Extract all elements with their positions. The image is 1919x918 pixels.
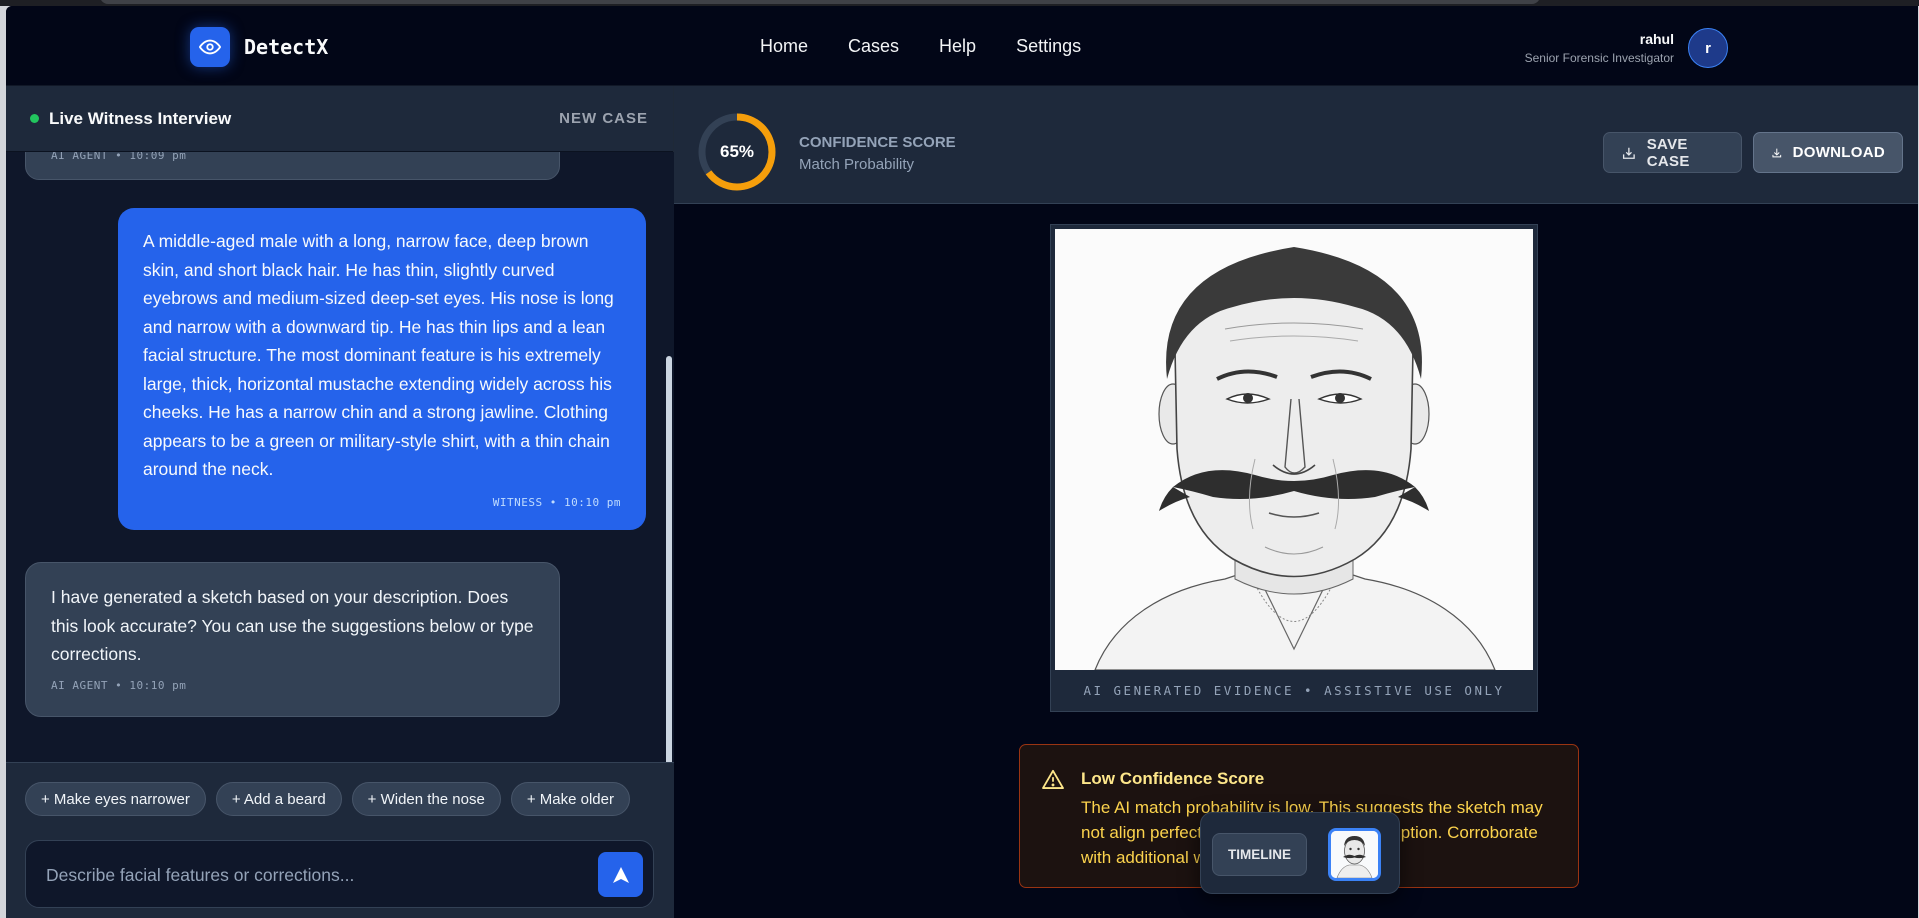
confidence-subtitle: Match Probability [799, 156, 915, 173]
suggestion-add-beard[interactable]: + Add a beard [215, 782, 342, 816]
interview-panel: Live Witness Interview NEW CASE AI AGENT… [6, 86, 674, 918]
witness-message: A middle-aged male with a long, narrow f… [118, 208, 646, 530]
eye-icon [190, 27, 230, 67]
save-icon [1622, 147, 1635, 159]
message-input-box [25, 840, 654, 908]
confidence-title: CONFIDENCE SCORE [799, 134, 956, 151]
alert-title: Low Confidence Score [1081, 769, 1265, 788]
nav-links: Home Cases Help Settings [760, 36, 1081, 57]
warning-icon [1042, 769, 1064, 789]
send-arrow-icon [612, 866, 629, 883]
sketch-frame: AI GENERATED EVIDENCE • ASSISTIVE USE ON… [1050, 224, 1538, 712]
user-profile[interactable]: rahul Senior Forensic Investigator r [1525, 28, 1728, 68]
avatar[interactable]: r [1688, 28, 1728, 68]
save-case-button[interactable]: SAVE CASE [1603, 132, 1742, 173]
send-button[interactable] [598, 852, 643, 897]
ai-message: I have generated a sketch based on your … [25, 562, 560, 717]
ai-message: AI AGENT • 10:09 pm [25, 152, 560, 180]
download-button[interactable]: DOWNLOAD [1753, 132, 1903, 173]
download-icon [1772, 148, 1782, 157]
composer-area: + Make eyes narrower + Add a beard + Wid… [6, 762, 674, 918]
save-case-label: SAVE CASE [1646, 135, 1690, 170]
confidence-value: 65% [719, 142, 755, 161]
suggestion-eyes-narrower[interactable]: + Make eyes narrower [25, 782, 206, 816]
description-input[interactable] [46, 863, 566, 887]
new-case-button[interactable]: NEW CASE [559, 110, 648, 127]
timeline-thumbnail[interactable] [1328, 828, 1381, 881]
message-meta: AI AGENT • 10:09 pm [51, 152, 187, 162]
user-role: Senior Forensic Investigator [1524, 51, 1674, 65]
nav-home[interactable]: Home [760, 36, 808, 57]
brand[interactable]: DetectX [190, 27, 328, 67]
sketch-header: 65% CONFIDENCE SCORE Match Probability S… [674, 86, 1918, 204]
nav-cases[interactable]: Cases [848, 36, 899, 57]
nav-help[interactable]: Help [939, 36, 976, 57]
message-meta: AI AGENT • 10:10 pm [51, 678, 187, 692]
suggestion-widen-nose[interactable]: + Widen the nose [351, 782, 501, 816]
interview-header: Live Witness Interview NEW CASE [6, 86, 673, 152]
message-meta: WITNESS • 10:10 pm [492, 495, 621, 509]
app-window: DetectX Home Cases Help Settings rahul S… [6, 6, 1918, 918]
suggestion-chips: + Make eyes narrower + Add a beard + Wid… [25, 782, 630, 816]
sketch-canvas: AI GENERATED EVIDENCE • ASSISTIVE USE ON… [674, 204, 1918, 918]
user-name: rahul [1639, 31, 1674, 47]
timeline-bar: TIMELINE [1200, 812, 1400, 894]
timeline-button[interactable]: TIMELINE [1212, 833, 1307, 876]
app-name: DetectX [244, 35, 329, 59]
message-text: I have generated a sketch based on your … [51, 587, 534, 664]
chat-thread[interactable]: AI AGENT • 10:09 pm A middle-aged male w… [6, 152, 674, 762]
live-status-dot [30, 114, 39, 123]
sketch-panel: 65% CONFIDENCE SCORE Match Probability S… [674, 86, 1918, 918]
message-text: A middle-aged male with a long, narrow f… [143, 231, 614, 479]
download-label: DOWNLOAD [1792, 144, 1885, 161]
chat-scrollbar[interactable] [666, 356, 672, 766]
suggestion-make-older[interactable]: + Make older [510, 782, 630, 816]
sketch-caption: AI GENERATED EVIDENCE • ASSISTIVE USE ON… [1083, 682, 1505, 698]
interview-title: Live Witness Interview [49, 108, 232, 128]
top-navbar: DetectX Home Cases Help Settings rahul S… [6, 6, 1918, 86]
nav-settings[interactable]: Settings [1016, 36, 1081, 57]
suspect-sketch-image [1055, 229, 1533, 670]
